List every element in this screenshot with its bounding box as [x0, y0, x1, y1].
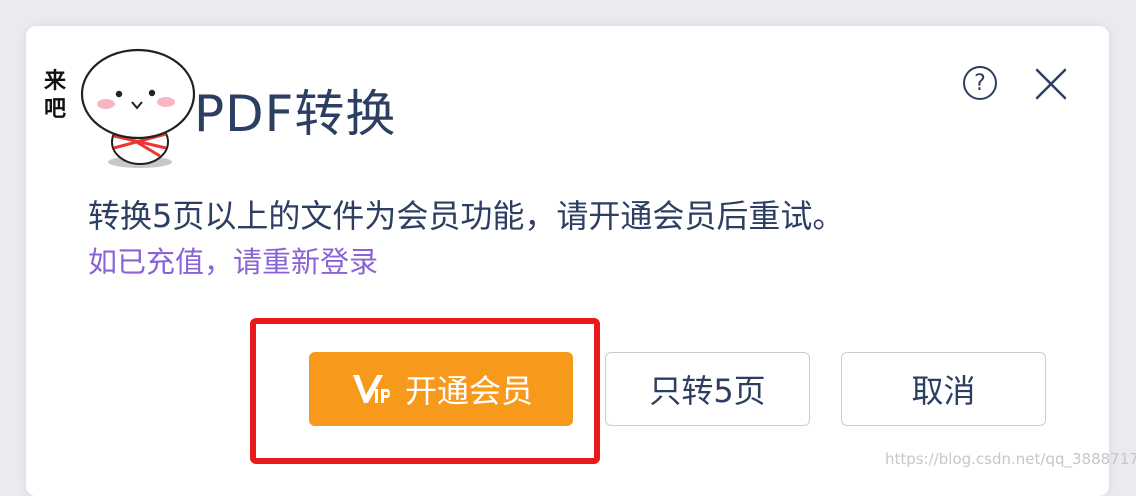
cancel-button[interactable]: 取消	[841, 352, 1046, 426]
convert-five-pages-button[interactable]: 只转5页	[605, 352, 810, 426]
relogin-link[interactable]: 如已充值，请重新登录	[88, 239, 378, 281]
open-membership-label: 开通会员	[404, 372, 533, 410]
help-button[interactable]: ?	[963, 66, 997, 100]
open-membership-button[interactable]: 开通会员	[309, 352, 573, 426]
close-icon	[1035, 68, 1067, 100]
membership-required-message: 转换5页以上的文件为会员功能，请开通会员后重试。	[88, 197, 845, 235]
dialog-title: PDF转换	[194, 85, 397, 143]
close-button[interactable]	[1033, 66, 1069, 102]
question-circle-icon: ?	[974, 70, 986, 96]
sticker-caption: 来吧	[44, 69, 67, 122]
vip-icon	[352, 375, 390, 403]
source-watermark: https://blog.csdn.net/qq_38887171	[885, 450, 1136, 468]
